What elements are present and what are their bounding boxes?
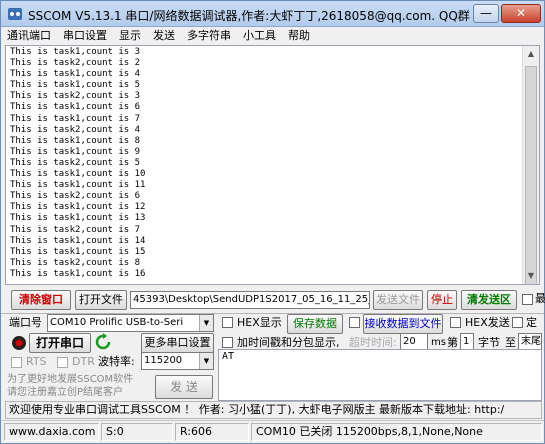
output-line: This is task2,count is 4 (10, 124, 141, 135)
sent-count: S:0 (101, 423, 173, 441)
send-textarea[interactable]: AT (218, 349, 542, 401)
chevron-down-icon[interactable]: ▼ (199, 315, 213, 331)
send-button[interactable]: 发 送 (155, 375, 213, 399)
output-line: This is task2,count is 5 (10, 157, 141, 168)
port-status-icon (12, 336, 26, 350)
hex-display-label: HEX显示 (237, 316, 282, 329)
baud-select-value: 115200 (144, 355, 183, 366)
dtr-label: DTR (72, 355, 95, 368)
clear-window-button[interactable]: 清除窗口 (11, 290, 71, 310)
marquee-bar: 欢迎使用专业串口调试工具SSCOM ！ 作者: 习小猛(丁丁), 大虾电子网版主… (5, 401, 542, 419)
scroll-up-icon[interactable]: ▲ (523, 46, 539, 62)
output-line: This is task1,count is 3 (10, 47, 141, 57)
rts-checkbox[interactable] (11, 357, 22, 368)
received-count: R:606 (175, 423, 249, 441)
output-line: This is task1,count is 8 (10, 135, 141, 146)
promo-line-2[interactable]: 请您注册嘉立创P结尾客户 (7, 386, 123, 399)
port-select[interactable]: COM10 Prolific USB-to-Seri ▼ (47, 314, 214, 332)
menu-item[interactable]: 帮助 (282, 27, 316, 45)
receive-text: This is task1,count is 3 This is task2,co… (10, 47, 520, 280)
output-line: This is task2,count is 2 (10, 58, 141, 69)
dtr-checkbox[interactable] (57, 357, 68, 368)
minimize-button[interactable]: — (473, 4, 499, 23)
output-line: This is task2,count is 3 (10, 91, 141, 102)
more-settings-button[interactable]: 更多串口设置 (141, 333, 214, 353)
output-line: This is task1,count is 4 (10, 69, 141, 80)
menu-item[interactable]: 串口设置 (57, 27, 113, 45)
menu-item[interactable]: 显示 (113, 27, 147, 45)
menu-item[interactable]: 发送 (147, 27, 181, 45)
hex-send-checkbox[interactable] (450, 317, 461, 328)
timed-send-checkbox[interactable] (512, 317, 523, 328)
output-line: This is task1,count is 9 (10, 146, 141, 157)
save-data-button[interactable]: 保存数据 (287, 314, 343, 334)
output-line: This is task1,count is 13 (10, 213, 146, 224)
chevron-down-icon[interactable]: ▼ (199, 353, 213, 369)
open-port-button[interactable]: 打开串口 (29, 333, 91, 353)
output-line: This is task1,count is 11 (10, 180, 146, 191)
refresh-icon[interactable] (94, 333, 112, 351)
output-line: This is task1,count is 5 (10, 80, 141, 91)
output-line: This is task2,count is 6 (10, 191, 141, 202)
window-title: SSCOM V5.13.1 串口/网络数据调试器,作者:大虾丁丁,2618058… (28, 9, 470, 23)
title-bar[interactable]: SSCOM V5.13.1 串口/网络数据调试器,作者:大虾丁丁,2618058… (1, 1, 544, 27)
hex-send-label: HEX发送 (465, 316, 510, 329)
marquee-text: 欢迎使用专业串口调试工具SSCOM ！ 作者: 习小猛(丁丁), 大虾电子网版主… (9, 403, 505, 416)
scroll-down-icon[interactable]: ▼ (523, 268, 539, 284)
rts-label: RTS (26, 355, 47, 368)
baud-label: 波特率: (98, 355, 135, 368)
receive-to-file-button[interactable]: 接收数据到文件 (363, 314, 443, 334)
vertical-scrollbar[interactable]: ▲ ▼ (522, 46, 539, 284)
open-file-button[interactable]: 打开文件 (75, 290, 127, 310)
output-line: This is task1,count is 15 (10, 246, 146, 257)
output-line: This is task1,count is 10 (10, 169, 146, 180)
website-link[interactable]: www.daxia.com (4, 423, 99, 441)
output-line: This is task2,count is 8 (10, 257, 141, 268)
receive-to-file-checkbox[interactable] (349, 317, 360, 328)
app-icon (8, 8, 22, 20)
timestamp-checkbox[interactable] (222, 337, 233, 348)
menu-item[interactable]: 小工具 (237, 27, 282, 45)
menu-item[interactable]: 通讯端口 (1, 27, 57, 45)
output-line: This is task2,count is 7 (10, 224, 141, 235)
menu-bar: 通讯端口 串口设置 显示 发送 多字符串 小工具 帮助 (1, 27, 544, 45)
output-line: This is task1,count is 6 (10, 102, 141, 113)
hex-display-checkbox[interactable] (222, 317, 233, 328)
stop-button[interactable]: 停止 (427, 290, 457, 310)
option-label: 最 (535, 292, 545, 305)
close-button[interactable]: ✕ (501, 4, 541, 23)
output-line: This is task1,count is 16 (10, 268, 146, 279)
send-file-button[interactable]: 发送文件 (373, 290, 423, 310)
timed-send-label: 定 (526, 316, 537, 329)
file-path-input[interactable]: 45393\Desktop\SendUDP1S2017_05_16_11_25_… (130, 291, 370, 309)
promo-line-1[interactable]: 为了更好地发展SSCOM软件 (7, 373, 133, 386)
output-line: This is task1,count is 7 (10, 113, 141, 124)
output-line: This is task1,count is 14 (10, 235, 146, 246)
status-bar: www.daxia.com S:0 R:606 COM10 已关闭 115200… (1, 420, 544, 443)
port-label: 端口号 (9, 316, 42, 329)
port-state: COM10 已关闭 115200bps,8,1,None,None (251, 423, 542, 441)
clear-send-button[interactable]: 清发送区 (461, 290, 517, 310)
port-select-value: COM10 Prolific USB-to-Seri (50, 317, 184, 328)
scroll-thumb[interactable] (525, 66, 537, 284)
receive-output[interactable]: This is task1,count is 3 This is task2,co… (5, 45, 540, 285)
output-line: This is task1,count is 12 (10, 202, 146, 213)
menu-item[interactable]: 多字符串 (181, 27, 237, 45)
baud-select[interactable]: 115200 ▼ (141, 352, 214, 370)
option-checkbox[interactable] (522, 294, 533, 305)
sscom-window: SSCOM V5.13.1 串口/网络数据调试器,作者:大虾丁丁,2618058… (0, 0, 545, 444)
send-text: AT (222, 351, 235, 362)
